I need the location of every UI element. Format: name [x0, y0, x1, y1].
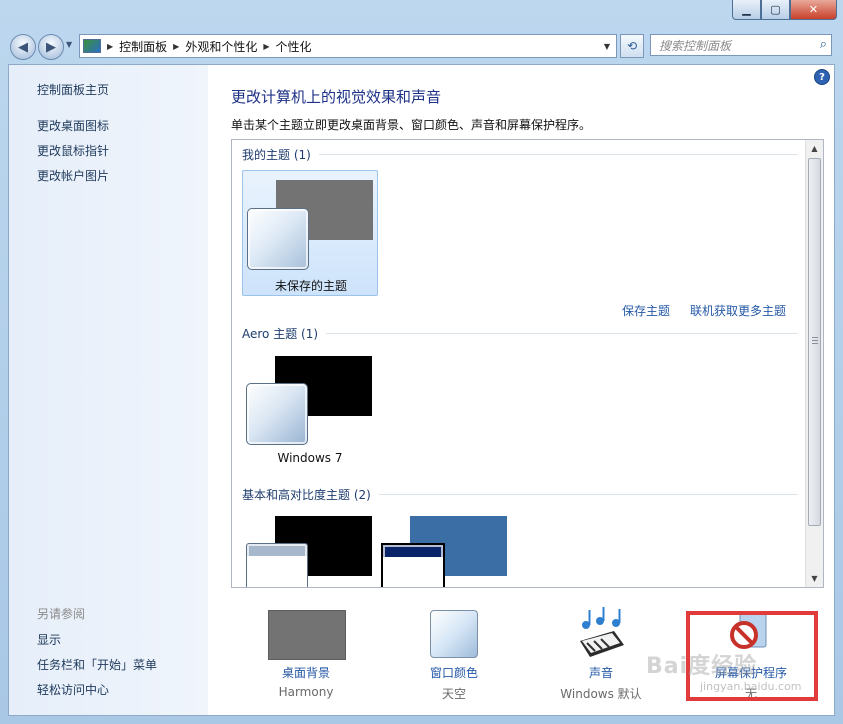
search-icon[interactable]: ⌕: [820, 37, 827, 52]
theme-tile-windows-7[interactable]: Windows 7: [242, 350, 378, 476]
theme-tile-basic[interactable]: [242, 510, 378, 587]
address-dropdown-icon[interactable]: ▼: [598, 35, 616, 57]
watermark-url: jingyan.baidu.com: [700, 680, 802, 693]
caption-buttons: ▁ ▢ ✕: [732, 0, 837, 20]
desktop-background-value: Harmony: [278, 685, 334, 699]
music-notes-icon: [580, 607, 624, 657]
theme-tile-high-contrast[interactable]: [377, 510, 513, 587]
window-color-swatch: [430, 610, 478, 658]
scrollbar-thumb[interactable]: [808, 158, 821, 526]
address-bar[interactable]: ▶ 控制面板 ▶ 外观和个性化 ▶ 个性化 ▼: [79, 34, 617, 58]
theme-thumbnail-window: [246, 543, 308, 587]
navigation-bar: ◀ ▶ ▼ ▶ 控制面板 ▶ 外观和个性化 ▶ 个性化 ▼ ⟲ ⌕: [0, 30, 843, 62]
breadcrumb-appearance[interactable]: 外观和个性化: [185, 38, 257, 55]
theme-thumbnail-window: [246, 383, 308, 445]
divider: [318, 154, 798, 155]
sidebar-item-mouse-pointers[interactable]: 更改鼠标指针: [37, 142, 109, 159]
theme-tile-unsaved[interactable]: 未保存的主题: [242, 170, 378, 296]
refresh-button[interactable]: ⟲: [620, 34, 644, 58]
divider: [326, 333, 798, 334]
theme-list-scrollbar[interactable]: ▲ ▼: [805, 140, 823, 587]
maximize-button[interactable]: ▢: [761, 0, 790, 20]
group-aero-themes-label: Aero 主题 (1): [242, 327, 319, 341]
save-theme-link[interactable]: 保存主题: [622, 302, 670, 319]
page-title: 更改计算机上的视觉效果和声音: [231, 88, 442, 106]
see-also-heading: 另请参阅: [37, 607, 86, 621]
sidebar: 控制面板主页 更改桌面图标 更改鼠标指针 更改帐户图片 另请参阅 显示 任务栏和…: [9, 65, 208, 715]
chevron-right-icon[interactable]: ▶: [173, 42, 179, 51]
sidebar-item-control-panel-home[interactable]: 控制面板主页: [37, 81, 109, 98]
group-my-themes-label: 我的主题 (1): [242, 148, 311, 162]
close-button[interactable]: ✕: [790, 0, 837, 20]
sidebar-item-display[interactable]: 显示: [37, 631, 61, 648]
watermark: Bai度经验: [646, 654, 758, 679]
forward-button[interactable]: ▶: [38, 34, 64, 60]
breadcrumb-personalization[interactable]: 个性化: [276, 38, 312, 55]
desktop-background-label[interactable]: 桌面背景: [241, 664, 371, 681]
window-color-value: 天空: [441, 687, 466, 701]
page-description: 单击某个主题立即更改桌面背景、窗口颜色、声音和屏幕保护程序。: [231, 118, 592, 132]
sidebar-item-taskbar[interactable]: 任务栏和「开始」菜单: [37, 656, 157, 673]
sidebar-item-ease-of-access[interactable]: 轻松访问中心: [37, 681, 109, 698]
theme-list: 我的主题 (1) 未保存的主题 保存主题 联机获取更多主题 Aero 主题 (1…: [231, 139, 824, 588]
search-input[interactable]: [657, 36, 811, 56]
sidebar-item-account-picture[interactable]: 更改帐户图片: [37, 167, 109, 184]
group-basic-themes: 基本和高对比度主题 (2): [242, 486, 798, 503]
control-panel-icon: [83, 39, 101, 53]
recent-pages-dropdown-icon[interactable]: ▼: [66, 40, 72, 49]
theme-thumbnail-window: [247, 208, 309, 270]
control-panel-window: ▁ ▢ ✕ ◀ ▶ ▼ ▶ 控制面板 ▶ 外观和个性化 ▶ 个性化 ▼ ⟲ ⌕ …: [0, 0, 843, 724]
group-basic-themes-label: 基本和高对比度主题 (2): [242, 488, 371, 502]
divider: [378, 494, 798, 495]
theme-tile-label: Windows 7: [277, 451, 343, 465]
desktop-background-swatch: [268, 610, 346, 660]
sounds-value: Windows 默认: [560, 687, 642, 701]
group-my-themes: 我的主题 (1): [242, 146, 798, 163]
theme-thumbnail-window: [381, 543, 445, 587]
breadcrumb-control-panel[interactable]: 控制面板: [119, 38, 167, 55]
search-box[interactable]: ⌕: [650, 34, 832, 56]
get-more-themes-link[interactable]: 联机获取更多主题: [690, 302, 786, 319]
group-aero-themes: Aero 主题 (1): [242, 325, 798, 342]
window-color-label[interactable]: 窗口颜色: [389, 664, 519, 681]
minimize-button[interactable]: ▁: [732, 0, 761, 20]
scroll-down-icon[interactable]: ▼: [806, 570, 823, 587]
chevron-right-icon[interactable]: ▶: [263, 42, 269, 51]
scrollbar-grip: [812, 337, 818, 344]
sidebar-item-desktop-icons[interactable]: 更改桌面图标: [37, 117, 109, 134]
back-button[interactable]: ◀: [10, 34, 36, 60]
scroll-up-icon[interactable]: ▲: [806, 140, 823, 157]
help-icon[interactable]: ?: [814, 69, 830, 85]
theme-tile-label: 未保存的主题: [274, 279, 347, 293]
chevron-right-icon[interactable]: ▶: [107, 42, 113, 51]
